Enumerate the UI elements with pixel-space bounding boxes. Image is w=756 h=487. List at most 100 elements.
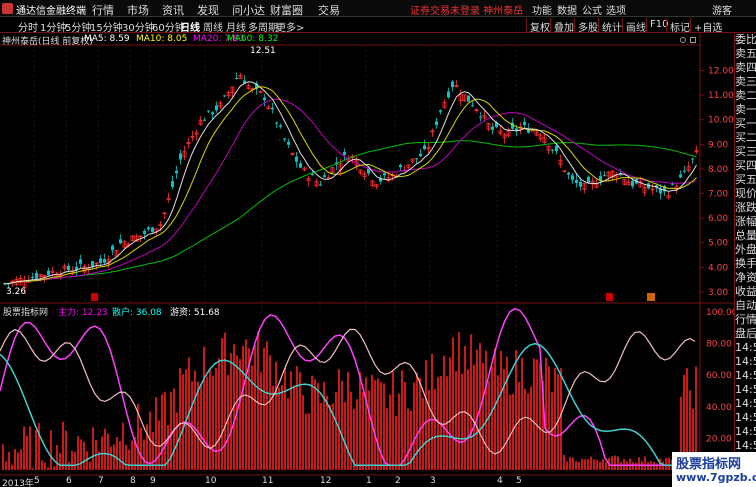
side-panel-item[interactable]: 涨跌 <box>735 201 756 215</box>
ma5-value: MA5: 8.59 <box>84 34 130 44</box>
period-monthly[interactable]: 月线 <box>226 19 246 34</box>
price-tick: 11.00 <box>708 91 734 101</box>
menu-faxian[interactable]: 发现 <box>197 2 219 18</box>
side-panel-item[interactable]: 买五 <box>735 173 756 187</box>
indicator-bar: 股票指标网 主力: 12.23 散户: 36.08 游资: 51.68 <box>0 304 700 318</box>
menu-jiaoyi[interactable]: 交易 <box>318 2 340 18</box>
site-watermark: 股票指标网 www.7gpzb.com <box>672 452 756 487</box>
indicator-tick: 80.00 <box>706 340 732 350</box>
period-15min[interactable]: 15分钟 <box>90 19 123 34</box>
indicator-tick: 60.00 <box>706 371 732 381</box>
price-tick: 7.00 <box>708 190 728 200</box>
side-panel-item[interactable]: 外盘 <box>735 243 756 257</box>
menu-gongneng[interactable]: 功能 <box>532 2 552 17</box>
tool-zixuan-button[interactable]: +自选 <box>690 18 725 34</box>
date-label: 6 <box>66 476 72 486</box>
indicator-name[interactable]: 股票指标网 <box>3 305 48 318</box>
menu-wenxiaoda[interactable]: 问小达 <box>232 2 265 18</box>
date-label: 5 <box>516 476 522 486</box>
tool-biaoji-button[interactable]: 标记 <box>666 18 693 34</box>
login-notice[interactable]: 证券交易未登录 神州泰岳 <box>410 2 523 17</box>
ma10-value: MA10: 8.05 <box>136 34 188 44</box>
tool-diejia-button[interactable]: 叠加 <box>550 18 577 34</box>
chart-setting-icon[interactable] <box>690 37 696 43</box>
side-panel-item[interactable]: 行情 <box>735 313 756 327</box>
side-panel-item[interactable]: 买三 <box>735 145 756 159</box>
period-5min[interactable]: 5分钟 <box>65 19 91 34</box>
period-fenshi[interactable]: 分时 <box>18 19 38 34</box>
side-panel-item[interactable]: 14:5 <box>735 341 756 355</box>
tool-fuquan-button[interactable]: 复权 <box>526 18 553 34</box>
menu-zixun[interactable]: 资讯 <box>162 2 184 18</box>
period-toolbar: 分时 1分钟 5分钟 15分钟 30分钟 60分钟 日线 周线 月线 多周期 更… <box>0 17 756 34</box>
side-panel-item[interactable]: 14:5 <box>735 411 756 425</box>
period-more[interactable]: 更多> <box>276 19 304 34</box>
side-panel-item[interactable]: 14:5 <box>735 397 756 411</box>
indicator-main: 主力: 12.23 <box>58 308 108 318</box>
side-panel-item[interactable]: 卖四 <box>735 61 756 75</box>
date-label: 7 <box>98 476 104 486</box>
date-label: 2013年 <box>2 479 34 487</box>
side-panel-item[interactable]: 换手 <box>735 257 756 271</box>
date-label: 10 <box>205 476 217 486</box>
ticker-bar: 神州泰岳(日线 前复权) MA5: 8.59 MA10: 8.05 MA20: … <box>0 33 690 47</box>
side-panel-item[interactable]: 卖三 <box>735 75 756 89</box>
side-panel-item[interactable]: 卖二 <box>735 89 756 103</box>
menu-gongshi[interactable]: 公式 <box>582 2 602 17</box>
side-panel-item[interactable]: 14:5 <box>735 369 756 383</box>
side-panel-item[interactable]: 委比 <box>735 33 756 47</box>
price-tick: 5.00 <box>708 239 728 249</box>
side-panel-item[interactable]: 买四 <box>735 159 756 173</box>
low-price-label: 3.26 <box>6 287 26 297</box>
indicator-retail: 散户: 36.08 <box>112 308 162 318</box>
date-label: 12 <box>320 476 332 486</box>
ma60-value: MA60: 8.32 <box>227 34 279 44</box>
date-label: 9 <box>150 476 156 486</box>
event-marker[interactable] <box>606 293 613 301</box>
menu-caifuquan[interactable]: 财富圈 <box>270 2 303 18</box>
side-panel-item[interactable]: 现价 <box>735 187 756 201</box>
side-panel-item[interactable]: 自动 <box>735 299 756 313</box>
side-panel-item[interactable]: 总量 <box>735 229 756 243</box>
price-tick: 9.00 <box>708 140 728 150</box>
side-panel-item[interactable]: 买一 <box>735 117 756 131</box>
period-multi[interactable]: 多周期 <box>248 19 278 34</box>
date-label: 11 <box>262 476 274 486</box>
side-panel-item[interactable]: 14:5 <box>735 425 756 439</box>
menu-bar: 通达信金融终端 行情 市场 资讯 发现 问小达 财富圈 交易 证券交易未登录 神… <box>0 0 756 17</box>
price-tick: 8.00 <box>708 165 728 175</box>
period-weekly[interactable]: 周线 <box>203 19 223 34</box>
side-panel-item[interactable]: 盘后 <box>735 327 756 341</box>
menu-hangqing[interactable]: 行情 <box>92 2 114 18</box>
watermark-url: www.7gpzb.com <box>676 471 756 484</box>
period-daily[interactable]: 日线 <box>180 19 200 34</box>
side-panel-item[interactable]: 净资 <box>735 271 756 285</box>
tool-duogu-button[interactable]: 多股 <box>574 18 601 34</box>
side-panel-item[interactable]: 卖五 <box>735 47 756 61</box>
app-logo-icon <box>2 3 13 14</box>
chart-canvas[interactable]: 12.00 11.00 10.00 9.00 8.00 7.00 6.00 5.00 4.00 3… <box>0 33 734 487</box>
ticker-name: 神州泰岳(日线 前复权) <box>2 37 93 47</box>
side-panel-item[interactable]: 14:5 <box>735 355 756 369</box>
tool-tongji-button[interactable]: 统计 <box>598 18 625 34</box>
side-panel-item[interactable]: 收益 <box>735 285 756 299</box>
period-30min[interactable]: 30分钟 <box>122 19 155 34</box>
side-panel-item[interactable]: 卖一 <box>735 103 756 117</box>
menu-shichang[interactable]: 市场 <box>127 2 149 18</box>
tool-huaxian-button[interactable]: 画线 <box>622 18 649 34</box>
high-price-label: 12.51 <box>250 46 276 56</box>
menu-xuanxiang[interactable]: 选项 <box>606 2 626 17</box>
price-tick: 6.00 <box>708 214 728 224</box>
side-panel-item[interactable]: 14:5 <box>735 439 756 453</box>
menu-shuju[interactable]: 数据 <box>557 2 577 17</box>
price-tick: 12.00 <box>708 67 734 77</box>
guest-label[interactable]: 游客 <box>712 2 732 17</box>
date-label: 1 <box>366 476 372 486</box>
event-marker[interactable] <box>91 293 98 301</box>
period-1min[interactable]: 1分钟 <box>40 19 66 34</box>
event-marker[interactable] <box>647 293 655 301</box>
side-panel-item[interactable]: 14:5 <box>735 383 756 397</box>
side-panel-item[interactable]: 涨幅 <box>735 215 756 229</box>
side-panel-item[interactable]: 买二 <box>735 131 756 145</box>
date-axis: 2013年 5 6 7 8 9 10 11 12 1 2 3 4 5 <box>0 475 700 487</box>
